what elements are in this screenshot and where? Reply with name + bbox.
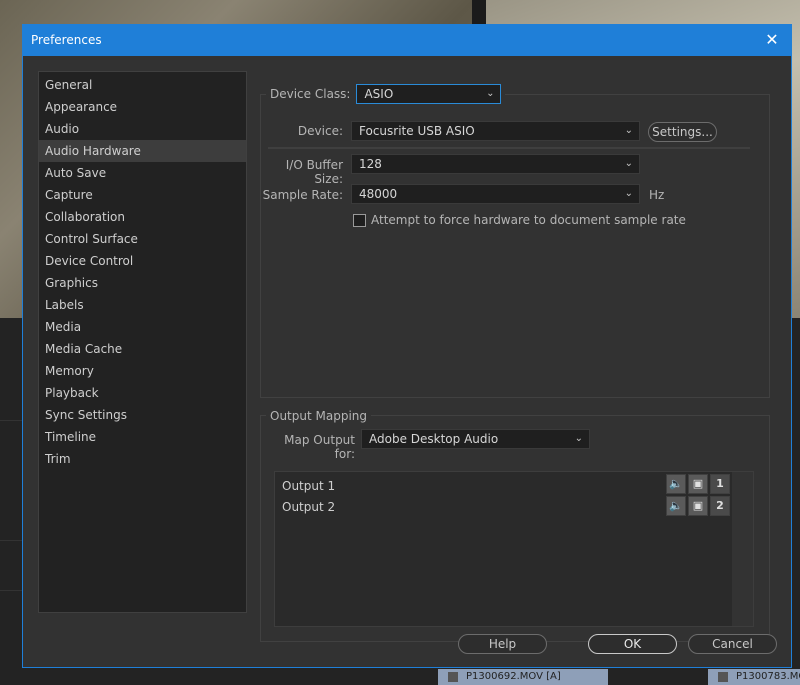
background-clip[interactable]: P1300692.MOV [A] — [438, 669, 608, 685]
sample-rate-label: Sample Rate: — [262, 188, 343, 202]
device-class-label: Device Class: — [270, 87, 351, 101]
background-track-line — [0, 420, 22, 421]
clip-icon — [718, 672, 728, 682]
sidebar-item-device-control[interactable]: Device Control — [39, 250, 246, 272]
clip-label: P1300783.MOV — [736, 671, 800, 682]
list-scroll-strip[interactable] — [731, 472, 753, 626]
clip-label: P1300692.MOV [A] — [466, 671, 561, 682]
map-output-label: Map Output for: — [284, 433, 355, 461]
sidebar-item-general[interactable]: General — [39, 74, 246, 96]
sidebar-item-media-cache[interactable]: Media Cache — [39, 338, 246, 360]
io-buffer-value: 128 — [359, 157, 382, 171]
force-sample-rate-label[interactable]: Attempt to force hardware to document sa… — [371, 213, 686, 227]
device-class-dropdown[interactable]: ASIO ⌄ — [356, 84, 502, 104]
sidebar-item-control-surface[interactable]: Control Surface — [39, 228, 246, 250]
chevron-down-icon: ⌄ — [624, 188, 633, 199]
chevron-down-icon: ⌄ — [486, 88, 495, 99]
help-button[interactable]: Help — [458, 634, 547, 654]
sidebar-item-media[interactable]: Media — [39, 316, 246, 338]
sidebar-item-playback[interactable]: Playback — [39, 382, 246, 404]
cancel-button[interactable]: Cancel — [688, 634, 777, 654]
io-buffer-dropdown[interactable]: 128 ⌄ — [351, 154, 640, 174]
chevron-down-icon: ⌄ — [624, 125, 633, 136]
crop-icon[interactable]: ▣ — [688, 496, 708, 516]
sidebar-item-audio[interactable]: Audio — [39, 118, 246, 140]
device-dropdown[interactable]: Focusrite USB ASIO ⌄ — [351, 121, 640, 141]
preferences-dialog: Preferences ✕ General Appearance Audio Audi… — [22, 24, 792, 668]
sidebar-item-labels[interactable]: Labels — [39, 294, 246, 316]
speaker-icon[interactable]: 🔈 — [666, 496, 686, 516]
background-track-line — [0, 540, 22, 541]
output-row-label: Output 1 — [282, 479, 336, 493]
sidebar-item-sync-settings[interactable]: Sync Settings — [39, 404, 246, 426]
sidebar-item-auto-save[interactable]: Auto Save — [39, 162, 246, 184]
sample-rate-value: 48000 — [359, 187, 398, 201]
sidebar-item-memory[interactable]: Memory — [39, 360, 246, 382]
output-mapping-list: Output 1 Output 2 🔈 ▣ 1 🔈 ▣ 2 — [274, 471, 754, 627]
background-track-line — [0, 590, 22, 591]
channel-number[interactable]: 1 — [710, 474, 730, 494]
settings-button[interactable]: Settings... — [648, 122, 717, 142]
output-mapping-legend: Output Mapping — [266, 409, 371, 423]
sidebar-item-trim[interactable]: Trim — [39, 448, 246, 470]
sidebar-item-timeline[interactable]: Timeline — [39, 426, 246, 448]
sidebar-item-appearance[interactable]: Appearance — [39, 96, 246, 118]
device-class-value: ASIO — [364, 87, 394, 101]
chevron-down-icon: ⌄ — [624, 158, 633, 169]
channel-number[interactable]: 2 — [710, 496, 730, 516]
clip-icon — [448, 672, 458, 682]
sidebar-item-audio-hardware[interactable]: Audio Hardware — [39, 140, 246, 162]
dialog-title: Preferences — [31, 33, 102, 47]
device-label: Device: — [297, 124, 343, 138]
map-output-value: Adobe Desktop Audio — [369, 432, 499, 446]
background-clip[interactable]: P1300783.MOV — [708, 669, 800, 685]
map-output-dropdown[interactable]: Adobe Desktop Audio ⌄ — [361, 429, 590, 449]
sidebar-item-graphics[interactable]: Graphics — [39, 272, 246, 294]
close-icon[interactable]: ✕ — [761, 29, 783, 51]
io-buffer-label: I/O Buffer Size: — [285, 158, 343, 186]
sidebar-item-capture[interactable]: Capture — [39, 184, 246, 206]
sample-rate-unit: Hz — [649, 188, 665, 202]
preferences-sidebar: General Appearance Audio Audio Hardware Auto… — [38, 71, 247, 613]
speaker-icon[interactable]: 🔈 — [666, 474, 686, 494]
chevron-down-icon: ⌄ — [574, 433, 583, 444]
sidebar-item-collaboration[interactable]: Collaboration — [39, 206, 246, 228]
output-row-label: Output 2 — [282, 500, 336, 514]
sample-rate-dropdown[interactable]: 48000 ⌄ — [351, 184, 640, 204]
ok-button[interactable]: OK — [588, 634, 677, 654]
crop-icon[interactable]: ▣ — [688, 474, 708, 494]
force-sample-rate-checkbox[interactable] — [353, 214, 366, 227]
dialog-titlebar[interactable]: Preferences ✕ — [23, 25, 791, 56]
device-value: Focusrite USB ASIO — [359, 124, 475, 138]
device-class-legend: Device Class: ASIO ⌄ — [266, 81, 506, 107]
divider — [268, 147, 750, 149]
